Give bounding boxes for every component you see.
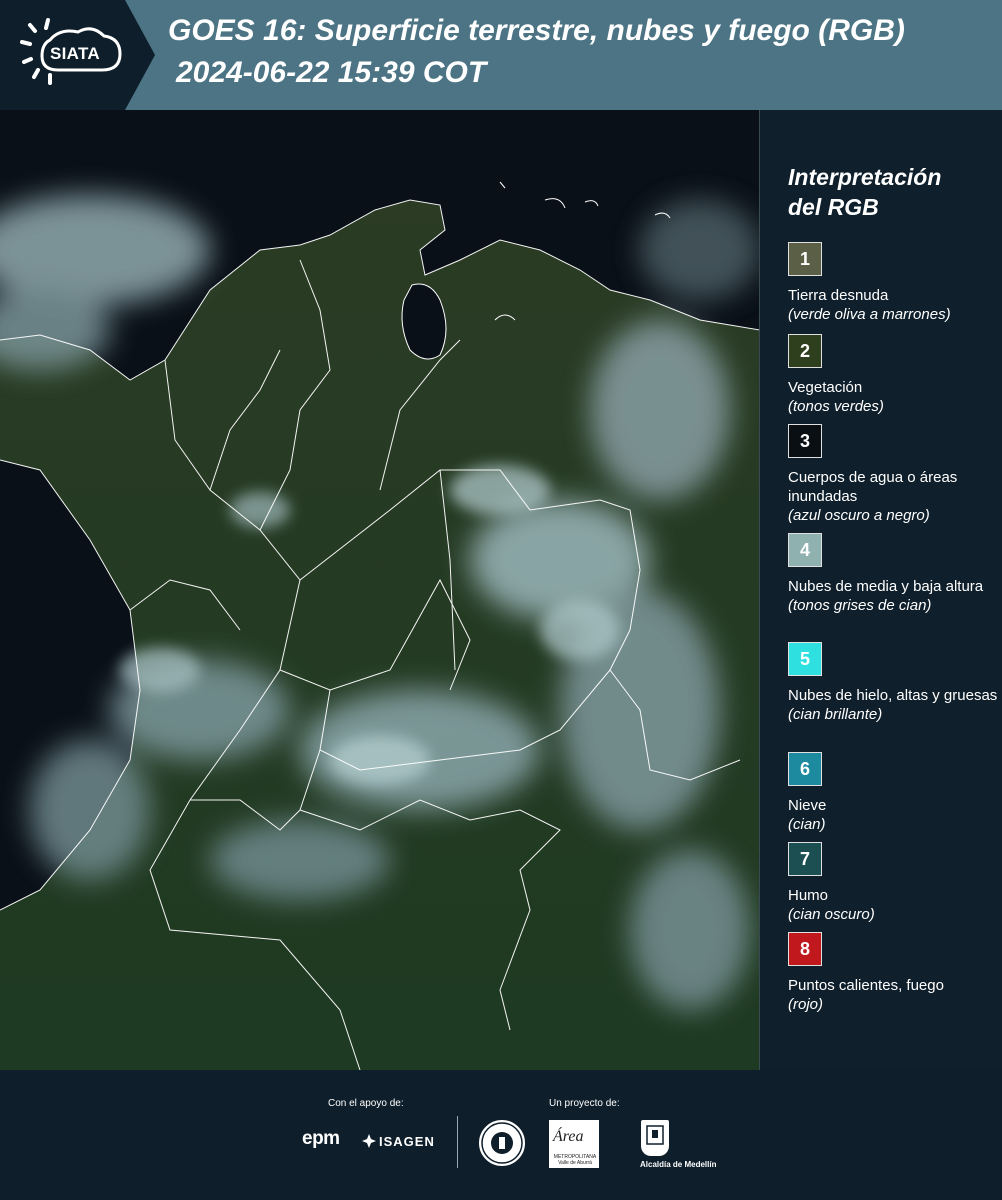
legend-item-label: Tierra desnuda (788, 287, 889, 304)
legend-item-3: 3 Cuerpos de agua o áreas inundadas (azu… (788, 424, 998, 525)
gobernacion-seal-icon (477, 1118, 527, 1168)
legend-item-5: 5 Nubes de hielo, altas y gruesas (cian … (788, 642, 998, 724)
siata-logo: SIATA (0, 0, 155, 110)
legend-swatch: 7 (788, 842, 822, 876)
footer: Con el apoyo de: Un proyecto de: epm ISA… (0, 1070, 1002, 1200)
legend-item-sub: (azul oscuro a negro) (788, 507, 930, 524)
legend-item-label: Humo (788, 887, 829, 904)
alcaldia-text: Alcaldía de Medellín (640, 1160, 717, 1169)
header-bar: SIATA GOES 16: Superficie terrestre, nub… (0, 0, 1002, 110)
legend-item-sub: (cian brillante) (788, 706, 883, 723)
legend-swatch: 3 (788, 424, 822, 458)
rgb-legend: Interpretación del RGB 1 Tierra desnuda … (760, 110, 1002, 1070)
legend-item-label: Puntos calientes, fuego (788, 977, 944, 994)
legend-item-sub: (tonos grises de cian) (788, 597, 932, 614)
isagen-logo: ISAGEN (362, 1134, 435, 1149)
legend-item-1: 1 Tierra desnuda (verde oliva a marrones… (788, 242, 998, 324)
page-timestamp: 2024-06-22 15:39 COT (176, 56, 487, 89)
area-metropolitana-logo: Área METROPOLITANA Valle de Aburrá (549, 1120, 599, 1168)
legend-item-label: Vegetación (788, 379, 863, 396)
legend-swatch: 6 (788, 752, 822, 786)
legend-swatch: 8 (788, 932, 822, 966)
legend-item-sub: (verde oliva a marrones) (788, 306, 951, 323)
legend-item-label: Nubes de hielo, altas y gruesas (788, 687, 998, 704)
project-label: Un proyecto de: (549, 1098, 620, 1109)
legend-item-sub: (tonos verdes) (788, 398, 884, 415)
area-logo-sub: METROPOLITANA Valle de Aburrá (553, 1154, 597, 1166)
legend-item-label: Nieve (788, 797, 827, 814)
legend-item-6: 6 Nieve (cian) (788, 752, 998, 834)
legend-item-sub: (cian oscuro) (788, 906, 875, 923)
legend-swatch: 2 (788, 334, 822, 368)
footer-divider (457, 1116, 458, 1168)
support-label: Con el apoyo de: (328, 1098, 404, 1109)
legend-title: Interpretación del RGB (788, 164, 942, 220)
page-title: GOES 16: Superficie terrestre, nubes y f… (168, 14, 905, 47)
legend-item-7: 7 Humo (cian oscuro) (788, 842, 998, 924)
siata-logo-text: SIATA (50, 44, 100, 63)
legend-item-label: Nubes de media y baja altura (788, 578, 984, 595)
epm-logo: epm (302, 1128, 340, 1149)
legend-item-label: Cuerpos de agua o áreas inundadas (788, 469, 958, 505)
legend-swatch: 1 (788, 242, 822, 276)
legend-item-4: 4 Nubes de media y baja altura (tonos gr… (788, 533, 998, 615)
area-logo-text: Área (553, 1128, 584, 1145)
legend-item-sub: (rojo) (788, 996, 824, 1013)
legend-item-sub: (cian) (788, 816, 826, 833)
satellite-map[interactable] (0, 110, 760, 1070)
legend-swatch: 5 (788, 642, 822, 676)
legend-swatch: 4 (788, 533, 822, 567)
isagen-mark-icon (362, 1134, 376, 1148)
legend-item-8: 8 Puntos calientes, fuego (rojo) (788, 932, 998, 1014)
alcaldia-shield-icon (641, 1120, 669, 1156)
legend-item-2: 2 Vegetación (tonos verdes) (788, 334, 998, 416)
